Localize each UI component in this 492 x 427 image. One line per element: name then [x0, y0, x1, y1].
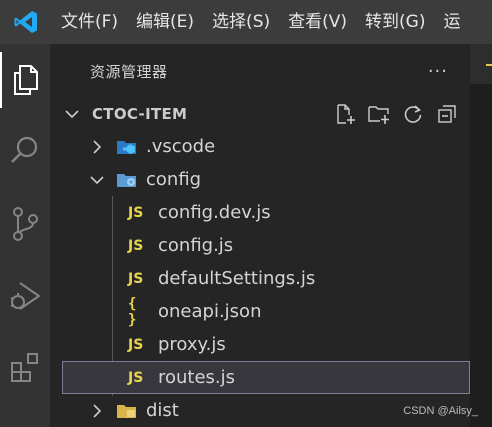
explorer-sidebar: 资源管理器 ··· CTOC-ITEM .vscode config JS co…: [50, 44, 470, 427]
menu-bar: 文件(F) 编辑(E) 选择(S) 查看(V) 转到(G) 运: [0, 0, 492, 44]
new-folder-icon[interactable]: [366, 102, 392, 126]
menu-go[interactable]: 转到(G): [356, 0, 434, 44]
js-file-icon: JS: [128, 204, 144, 221]
dist-folder-icon: [116, 402, 140, 420]
workspace-title: CTOC-ITEM: [92, 105, 188, 123]
js-file-icon: JS: [128, 237, 144, 254]
collapse-all-icon[interactable]: [434, 102, 460, 126]
tree-item-label: routes.js: [158, 367, 236, 388]
new-file-icon[interactable]: [332, 102, 358, 126]
menu-run[interactable]: 运: [434, 0, 469, 44]
run-debug-icon[interactable]: [0, 268, 50, 324]
vscode-folder-icon: [116, 138, 140, 156]
config-folder-icon: [116, 171, 140, 189]
tree-item-label: .vscode: [146, 136, 216, 157]
tree-item-label: config.js: [158, 235, 234, 256]
chevron-right-icon: [88, 403, 106, 418]
watermark: CSDN @Ailsy_: [403, 405, 478, 417]
refresh-icon[interactable]: [400, 102, 426, 126]
tree-folder-config[interactable]: config: [50, 163, 470, 196]
tree-folder-vscode[interactable]: .vscode: [50, 130, 470, 163]
editor-area: [470, 44, 492, 427]
sidebar-header: 资源管理器 ···: [50, 44, 470, 98]
chevron-down-icon: [88, 174, 106, 186]
js-file-icon: JS: [128, 336, 144, 353]
chevron-right-icon: [88, 139, 106, 154]
tree-file-routes-js[interactable]: JS routes.js: [62, 361, 470, 394]
tree-item-label: config: [146, 169, 202, 190]
menu-selection[interactable]: 选择(S): [203, 0, 279, 44]
tree-item-label: dist: [146, 400, 179, 421]
source-control-icon[interactable]: [0, 196, 50, 252]
explorer-icon[interactable]: [0, 52, 50, 108]
section-actions: [332, 102, 460, 126]
activity-bar: [0, 44, 50, 427]
menu-view[interactable]: 查看(V): [279, 0, 356, 44]
editor-tab-glyph: [486, 64, 492, 70]
vscode-logo-icon: [0, 0, 52, 44]
tree-file-proxy-js[interactable]: JS proxy.js: [50, 328, 470, 361]
tree-file-config-dev-js[interactable]: JS config.dev.js: [50, 196, 470, 229]
tree-file-config-js[interactable]: JS config.js: [50, 229, 470, 262]
tree-item-label: config.dev.js: [158, 202, 271, 223]
tree-file-default-settings-js[interactable]: JS defaultSettings.js: [50, 262, 470, 295]
sidebar-title: 资源管理器: [90, 62, 168, 81]
menu-file[interactable]: 文件(F): [52, 0, 127, 44]
tree-file-oneapi-json[interactable]: { } oneapi.json: [50, 295, 470, 328]
workspace-section-header[interactable]: CTOC-ITEM: [50, 98, 470, 130]
extensions-icon[interactable]: [0, 340, 50, 396]
json-file-icon: { }: [128, 295, 137, 328]
menu-edit[interactable]: 编辑(E): [127, 0, 203, 44]
more-actions-button[interactable]: ···: [428, 61, 448, 82]
tree-item-label: oneapi.json: [158, 301, 262, 322]
chevron-down-icon: [64, 106, 92, 122]
tree-item-label: defaultSettings.js: [158, 268, 316, 289]
js-file-icon: JS: [128, 270, 144, 287]
js-file-icon: JS: [128, 369, 144, 386]
search-icon[interactable]: [0, 122, 50, 178]
tree-item-label: proxy.js: [158, 334, 226, 355]
